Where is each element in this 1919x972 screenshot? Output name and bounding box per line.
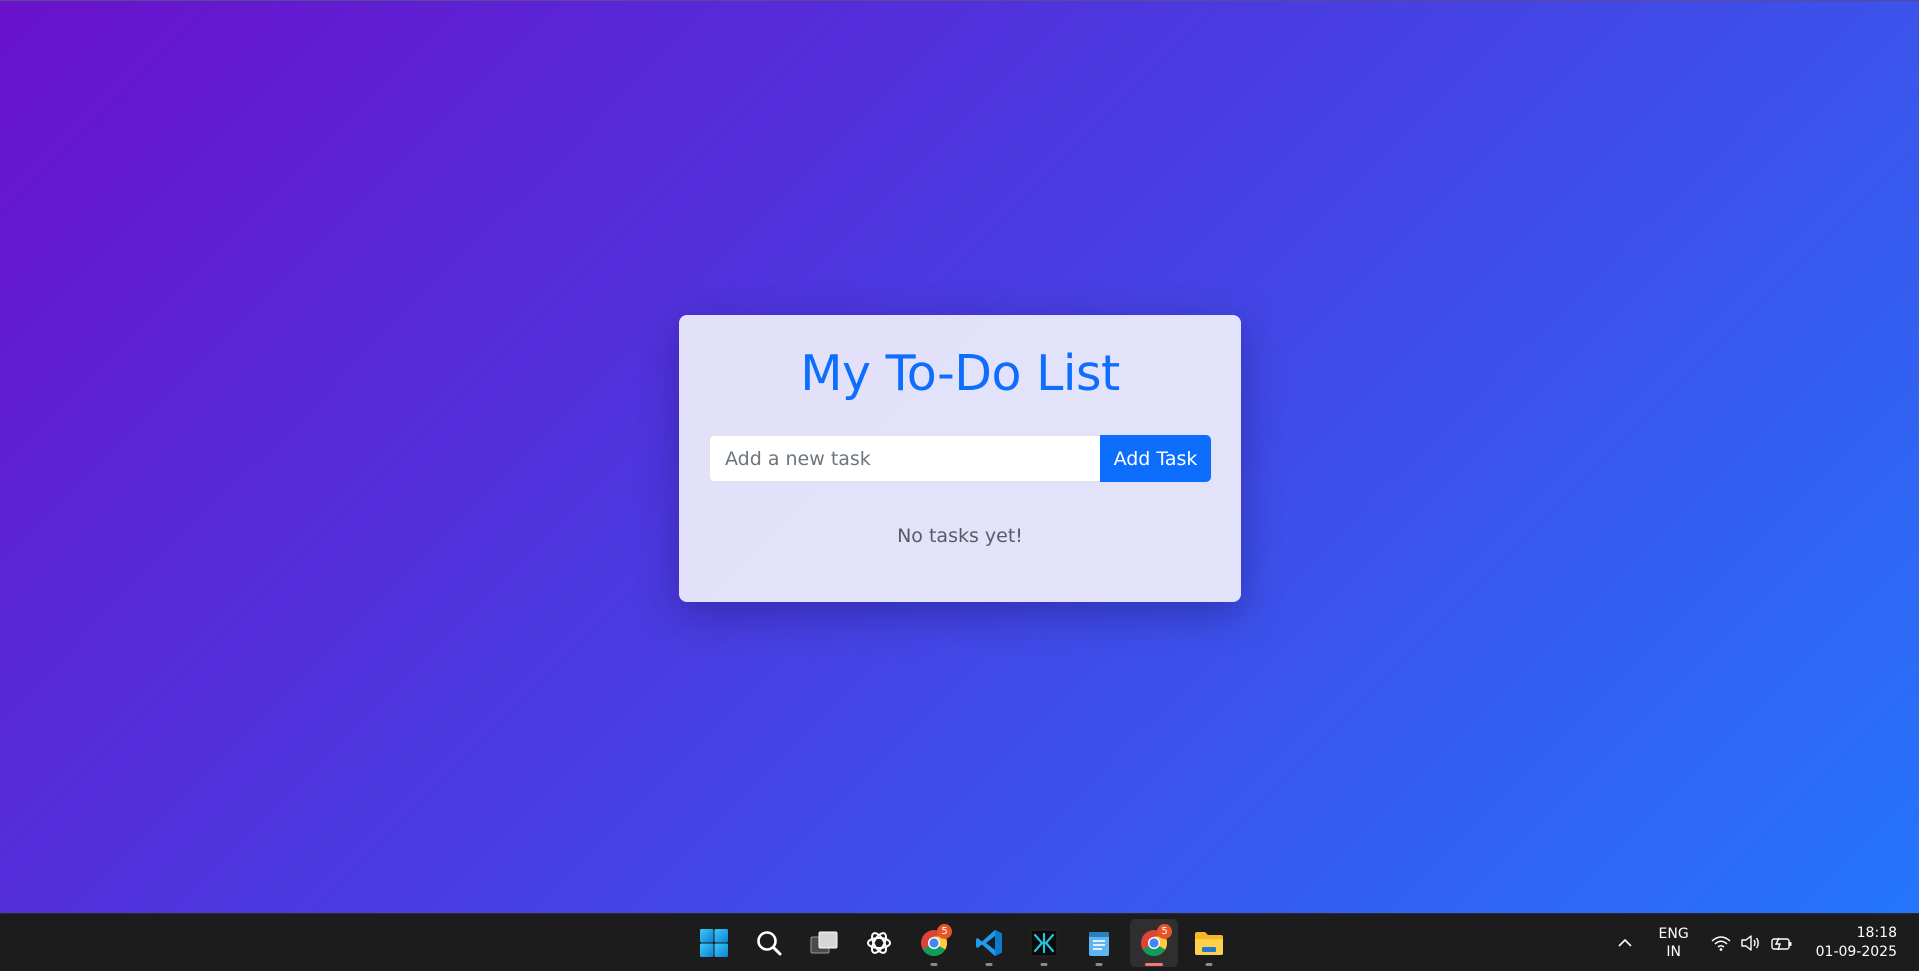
show-hidden-icons-button[interactable] [1610, 923, 1640, 963]
running-indicator [1095, 963, 1103, 966]
terminal-app-icon [1030, 929, 1058, 957]
file-explorer-icon [1195, 932, 1223, 955]
volume-icon [1740, 935, 1759, 951]
desktop-background: My To-Do List Add Task No tasks yet! [0, 0, 1919, 913]
clock-time: 18:18 [1856, 925, 1897, 941]
quick-settings-button[interactable] [1710, 934, 1794, 952]
empty-state-message: No tasks yet! [897, 525, 1023, 547]
notepad-app-button[interactable] [1075, 919, 1123, 967]
notification-badge: 5 [1157, 924, 1172, 939]
language-region: IN [1666, 944, 1681, 960]
chevron-up-icon [1618, 938, 1632, 947]
clock-date: 01-09-2025 [1815, 944, 1897, 960]
file-explorer-app-button[interactable] [1185, 919, 1233, 967]
terminal-app-button[interactable] [1020, 919, 1068, 967]
taskbar-apps: 5 5 [690, 919, 1233, 967]
search-button[interactable] [745, 919, 793, 967]
task-view-icon [810, 931, 838, 954]
system-tray: ENG IN 18:18 01-09-2025 [1610, 914, 1919, 972]
language-code: ENG [1658, 926, 1689, 942]
running-indicator [1040, 963, 1048, 966]
vscode-icon [976, 930, 1002, 956]
chrome-app-button[interactable]: 5 [910, 919, 958, 967]
wifi-icon [1711, 936, 1731, 951]
language-indicator[interactable]: ENG IN [1648, 925, 1700, 961]
page-title: My To-Do List [800, 345, 1120, 402]
battery-icon [1770, 937, 1792, 951]
search-icon [757, 931, 782, 956]
running-indicator [1205, 963, 1213, 966]
new-task-input[interactable] [709, 435, 1100, 482]
chatgpt-app-button[interactable] [855, 919, 903, 967]
notepad-icon [1089, 932, 1109, 956]
windows-start-icon [700, 929, 728, 957]
notification-badge: 5 [937, 924, 952, 939]
start-button[interactable] [690, 919, 738, 967]
active-indicator [1145, 963, 1163, 966]
running-indicator [930, 963, 938, 966]
running-indicator [985, 963, 993, 966]
chrome-app-button-active[interactable]: 5 [1130, 919, 1178, 967]
add-task-button[interactable]: Add Task [1100, 435, 1211, 482]
todo-card: My To-Do List Add Task No tasks yet! [679, 315, 1241, 602]
clock[interactable]: 18:18 01-09-2025 [1816, 924, 1897, 962]
add-task-row: Add Task [709, 435, 1211, 482]
chatgpt-icon [867, 932, 891, 954]
vscode-app-button[interactable] [965, 919, 1013, 967]
taskbar: 5 5 ENG IN 18:18 01-09-2025 [0, 913, 1919, 971]
task-view-button[interactable] [800, 919, 848, 967]
